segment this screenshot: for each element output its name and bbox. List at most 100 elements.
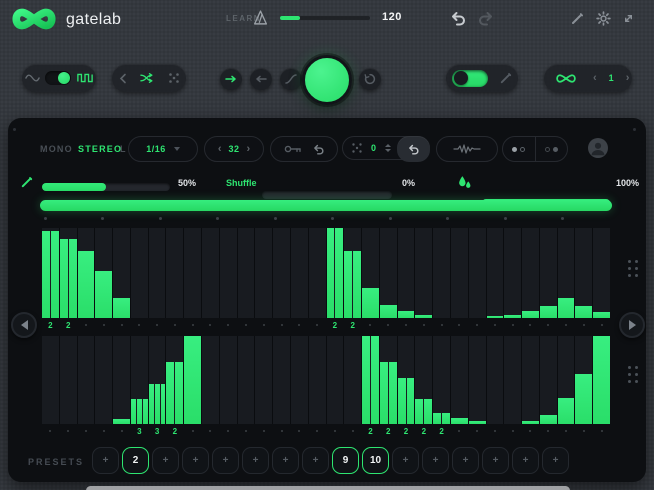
increment-icon[interactable]: ›	[626, 73, 630, 84]
seq-step[interactable]	[255, 228, 272, 318]
seq-step[interactable]	[184, 228, 201, 318]
undo-icon[interactable]	[449, 11, 467, 26]
preset-slot-empty[interactable]: +	[212, 447, 239, 474]
seq-step[interactable]	[362, 228, 379, 318]
seq-step[interactable]	[451, 228, 468, 318]
seq-step[interactable]	[113, 228, 130, 318]
seq-step[interactable]	[344, 336, 361, 424]
seq-step[interactable]	[60, 228, 77, 318]
seq-step[interactable]	[273, 228, 290, 318]
steps-stepper[interactable]: ‹ 32 ›	[204, 136, 264, 162]
seq-step[interactable]	[522, 336, 539, 424]
master-gate-bar[interactable]	[40, 200, 612, 211]
rate-select[interactable]: 1/16	[128, 136, 198, 162]
pencil-icon[interactable]	[499, 72, 512, 85]
seq-step[interactable]	[433, 336, 450, 424]
seq-step[interactable]	[504, 228, 521, 318]
seq-step[interactable]	[309, 228, 326, 318]
preset-slot-empty[interactable]: +	[452, 447, 479, 474]
random-stepper[interactable]	[385, 144, 391, 152]
preset-slot-empty[interactable]: +	[272, 447, 299, 474]
stereo-mode-button[interactable]: STEREO	[78, 144, 122, 154]
seq-step[interactable]	[487, 336, 504, 424]
seq-step[interactable]	[78, 336, 95, 424]
seq-step[interactable]	[504, 336, 521, 424]
preset-slot-empty[interactable]: +	[302, 447, 329, 474]
seq-step[interactable]	[291, 228, 308, 318]
wave-shape-toggle[interactable]	[45, 71, 71, 85]
seq-step[interactable]	[166, 336, 183, 424]
mono-mode-button[interactable]: MONO	[40, 144, 73, 154]
seq-step[interactable]	[238, 228, 255, 318]
square-wave-icon[interactable]	[77, 73, 93, 83]
seq-step[interactable]	[149, 336, 166, 424]
seq-step[interactable]	[522, 228, 539, 318]
pattern-next-button[interactable]	[619, 312, 645, 338]
seq-step[interactable]	[42, 228, 59, 318]
seq-step[interactable]	[540, 336, 557, 424]
seq-step[interactable]	[327, 228, 344, 318]
infinity-icon[interactable]	[554, 72, 578, 85]
settings-gear-icon[interactable]	[596, 11, 611, 26]
seq-step[interactable]	[309, 336, 326, 424]
seq-step[interactable]	[558, 336, 575, 424]
glide-curve-button[interactable]	[280, 68, 302, 90]
seq-step[interactable]	[415, 228, 432, 318]
redo-icon[interactable]	[477, 11, 495, 26]
gate-length-slider[interactable]	[42, 183, 170, 191]
seq-step[interactable]	[398, 336, 415, 424]
tempo-slider[interactable]	[280, 16, 370, 20]
seq-step[interactable]	[220, 228, 237, 318]
seq-step[interactable]	[593, 228, 610, 318]
seq-step[interactable]	[593, 336, 610, 424]
seq-step[interactable]	[273, 336, 290, 424]
preset-slot-filled[interactable]: 10	[362, 447, 389, 474]
key-icon[interactable]	[284, 144, 302, 154]
apply-undo-button[interactable]	[397, 136, 430, 162]
seq-step[interactable]	[95, 228, 112, 318]
shuffle-slider[interactable]	[262, 191, 392, 199]
seq-step[interactable]	[291, 336, 308, 424]
seq-step[interactable]	[238, 336, 255, 424]
step-back-button[interactable]	[250, 68, 272, 90]
seq-step[interactable]	[113, 336, 130, 424]
preset-slot-filled[interactable]: 9	[332, 447, 359, 474]
seq-step[interactable]	[469, 228, 486, 318]
dot-mode-right[interactable]	[536, 147, 568, 152]
split-arrows-icon[interactable]	[140, 72, 155, 84]
channel-left-button[interactable]: L	[120, 144, 127, 154]
generate-button[interactable]	[302, 55, 352, 105]
seq-step[interactable]	[131, 228, 148, 318]
preset-slot-empty[interactable]: +	[422, 447, 449, 474]
resize-icon[interactable]	[622, 12, 635, 25]
step-forward-button[interactable]	[220, 68, 242, 90]
seq-step[interactable]	[149, 228, 166, 318]
undo-arrow-icon[interactable]	[312, 144, 325, 155]
seq-step[interactable]	[95, 336, 112, 424]
random-dice-icon[interactable]	[168, 72, 180, 84]
drag-handle-row1[interactable]	[628, 260, 638, 277]
seq-step[interactable]	[433, 228, 450, 318]
preset-slot-empty[interactable]: +	[242, 447, 269, 474]
preset-slot-empty[interactable]: +	[152, 447, 179, 474]
edit-enable-toggle[interactable]	[452, 70, 488, 87]
drag-handle-row2[interactable]	[628, 366, 638, 383]
seq-step[interactable]	[166, 228, 183, 318]
seq-step[interactable]	[78, 228, 95, 318]
seq-step[interactable]	[131, 336, 148, 424]
seq-step[interactable]	[220, 336, 237, 424]
preset-slot-empty[interactable]: +	[92, 447, 119, 474]
pattern-previous-button[interactable]	[11, 312, 37, 338]
loop-regenerate-button[interactable]	[359, 68, 381, 90]
user-avatar-icon[interactable]	[588, 138, 608, 158]
seq-step[interactable]	[380, 336, 397, 424]
seq-step[interactable]	[380, 228, 397, 318]
steps-increment-icon[interactable]: ›	[247, 144, 251, 155]
tempo-value[interactable]: 120	[382, 11, 402, 23]
seq-step[interactable]	[575, 336, 592, 424]
seq-step[interactable]	[362, 336, 379, 424]
seq-step[interactable]	[202, 336, 219, 424]
seq-step[interactable]	[558, 228, 575, 318]
preset-slot-empty[interactable]: +	[542, 447, 569, 474]
preset-slot-filled[interactable]: 2	[122, 447, 149, 474]
